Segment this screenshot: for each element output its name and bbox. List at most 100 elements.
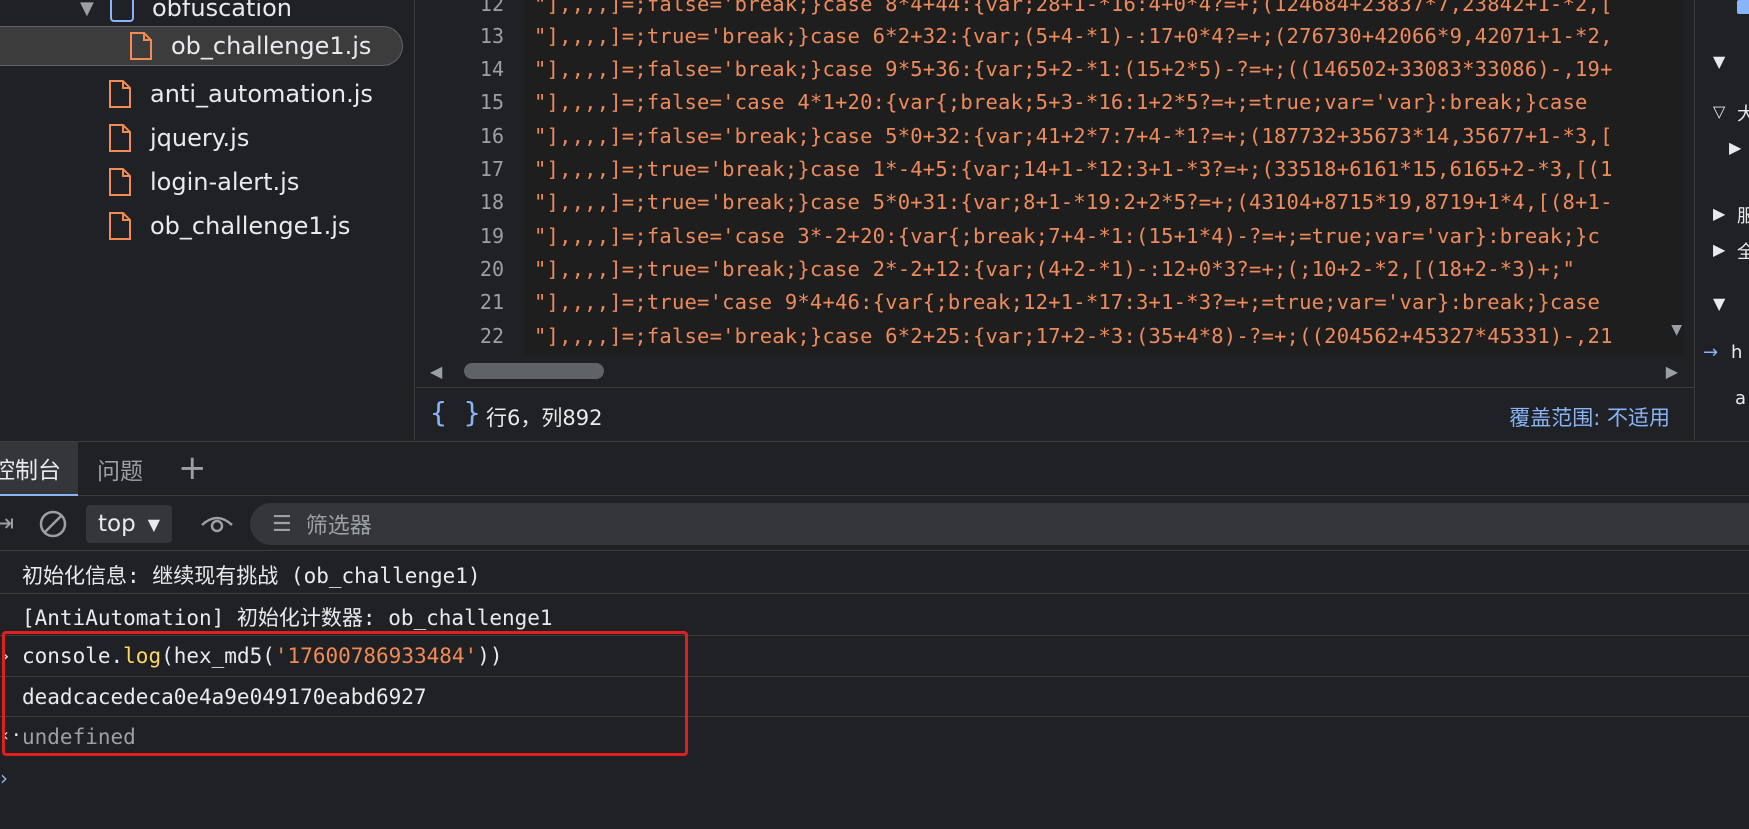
tree-item-label: ob_challenge1.js xyxy=(171,32,372,60)
code-line: "],,,,]=;true='break;}case 1*-4+5:{var;1… xyxy=(534,157,1613,181)
input-prompt-chevron-icon: › xyxy=(0,646,11,667)
code-line-text: "],,,,]=;true='break;}case 1*-4+5:{var;1… xyxy=(534,157,1613,181)
code-line: "],,,,]=;false='case 4*1+20:{var{;break;… xyxy=(534,90,1588,114)
code-line: "],,,,]=;true='break;}case 5*0+31:{var;8… xyxy=(534,190,1613,214)
console-output-text[interactable]: deadcacedeca0e4a9e049170eabd6927 xyxy=(22,685,427,709)
tree-folder-obfuscation[interactable]: ▼ obfuscation xyxy=(80,0,292,28)
checkbox-icon[interactable] xyxy=(1737,0,1749,14)
filter-input[interactable]: ☰ 筛选器 xyxy=(250,503,1749,545)
coverage-status[interactable]: 覆盖范围: 不适用 xyxy=(1509,402,1670,432)
return-arrow-icon: ‹· xyxy=(0,725,22,746)
file-tree: ▼ obfuscation ob_challenge1.js anti_auto… xyxy=(0,0,415,440)
line-number: 21 xyxy=(479,290,504,314)
tab-label: 问题 xyxy=(97,459,143,485)
code-line-text: "],,,,]=;false='case 4*1+20:{var{;break;… xyxy=(534,90,1588,114)
code-line-text: "],,,,]=;true='break;}case 2*-2+12:{var;… xyxy=(534,257,1575,281)
file-icon xyxy=(109,212,131,240)
line-number: 13 xyxy=(479,24,504,48)
tree-file-ob-challenge1-selected[interactable]: ob_challenge1.js xyxy=(0,26,403,66)
tree-item-label: obfuscation xyxy=(152,0,292,22)
folder-icon xyxy=(110,0,134,22)
tree-item-label: ob_challenge1.js xyxy=(150,212,351,240)
pretty-print-icon[interactable]: { } xyxy=(430,396,481,429)
tab-console[interactable]: 控制台 xyxy=(0,442,78,496)
panel-fragment: 大 xyxy=(1737,104,1749,125)
line-number: 12 xyxy=(479,0,504,16)
collapse-triangle-icon[interactable]: ▶ xyxy=(1729,138,1741,157)
tree-file-ob-challenge1[interactable]: ob_challenge1.js xyxy=(108,206,350,246)
horizontal-scrollbar[interactable]: ◀ ▶ xyxy=(416,355,1694,387)
file-icon xyxy=(109,168,131,196)
code-token: (hex_md5( xyxy=(161,644,275,668)
line-number: 15 xyxy=(479,90,504,114)
scroll-down-arrow-icon[interactable]: ▼ xyxy=(1671,322,1682,338)
console-drawer: 控制台 问题 + ⇥ top ▼ ☰ 筛选器 初始化信息: 继续现有挑战 (ob… xyxy=(0,441,1749,829)
drawer-tabs: 控制台 问题 + xyxy=(0,442,1749,496)
line-number: 16 xyxy=(479,124,504,148)
code-line-text: "],,,,]=;true='break;}case 6*2+32:{var;(… xyxy=(534,24,1613,48)
console-input-row[interactable]: › console.log(hex_md5('1760078693348​4')… xyxy=(0,636,1749,677)
code-line: "],,,,]=;false='break;}case 5*0+32:{var;… xyxy=(534,124,1613,148)
tree-file-login-alert[interactable]: login-alert.js xyxy=(108,162,299,202)
code-line: "],,,,]=;true='break;}case 2*-2+12:{var;… xyxy=(534,257,1575,281)
code-content[interactable]: "],,,,]=;false='break;}case 8*4+44:{var;… xyxy=(524,0,1684,355)
tab-issues[interactable]: 问题 xyxy=(97,442,143,496)
right-side-panel: ▼ ▽ 大 ▶ ▶ 服 ▶ 全 ▼ → h a xyxy=(1694,0,1749,440)
tree-file-anti-automation[interactable]: anti_automation.js xyxy=(108,74,373,114)
code-line-text: "],,,,]=;false='break;}case 9*5+36:{var;… xyxy=(534,57,1613,81)
code-line: "],,,,]=;false='case 3*-2+20:{var{;break… xyxy=(534,224,1600,248)
tab-label: 控制台 xyxy=(0,458,61,484)
editor-status-bar: { } 行6，列892 覆盖范围: 不适用 xyxy=(416,387,1694,440)
code-line-text: "],,,,]=;false='case 3*-2+20:{var{;break… xyxy=(534,224,1601,248)
scrollbar-thumb[interactable] xyxy=(464,363,604,379)
chevron-down-icon[interactable]: ▼ xyxy=(80,0,100,19)
add-tab-button[interactable]: + xyxy=(178,448,207,488)
tree-item-label: login-alert.js xyxy=(150,168,300,196)
expand-triangle-icon[interactable]: ▼ xyxy=(1713,294,1725,313)
code-line: "],,,,]=;true='case 9*4+46:{var{;break;1… xyxy=(534,290,1600,314)
console-message-text: [AntiAutomation] 初始化计数器: ob_challenge1 xyxy=(22,606,553,630)
line-number: 18 xyxy=(479,190,504,214)
tree-item-label: anti_automation.js xyxy=(150,80,373,108)
live-expression-eye-icon[interactable] xyxy=(200,511,234,537)
code-line: "],,,,]=;false='break;}case 6*2+25:{var;… xyxy=(534,324,1613,348)
tree-item-label: jquery.js xyxy=(150,124,250,152)
code-line-text: "],,,,]=;true='case 9*4+46:{var{;break;1… xyxy=(534,290,1601,314)
scroll-left-arrow-icon[interactable]: ◀ xyxy=(430,362,442,381)
console-prompt-icon[interactable]: › xyxy=(0,766,8,790)
collapse-triangle-icon[interactable]: ▶ xyxy=(1713,204,1725,223)
file-icon xyxy=(109,124,131,152)
tree-file-jquery[interactable]: jquery.js xyxy=(108,118,249,158)
context-selector[interactable]: top ▼ xyxy=(86,505,173,543)
code-editor[interactable]: 12 13 14 15 16 17 18 19 20 21 22 "],,,,]… xyxy=(416,0,1694,440)
console-message: [AntiAutomation] 初始化计数器: ob_challenge1 xyxy=(0,594,1749,636)
console-return-row: ‹· undefined xyxy=(0,717,1749,757)
expand-triangle-icon[interactable]: ▽ xyxy=(1713,102,1725,121)
code-token: console. xyxy=(22,644,124,668)
clear-console-icon[interactable] xyxy=(38,509,68,539)
context-value: top xyxy=(98,511,136,537)
line-number-gutter: 12 13 14 15 16 17 18 19 20 21 22 xyxy=(416,0,524,355)
line-number: 14 xyxy=(479,57,504,81)
chevron-down-icon: ▼ xyxy=(147,514,161,534)
sidebar-toggle-icon[interactable]: ⇥ xyxy=(0,509,14,537)
console-input-text[interactable]: console.log(hex_md5('1760078693348​4')) xyxy=(22,644,502,668)
collapse-triangle-icon[interactable]: ▶ xyxy=(1713,240,1725,259)
code-line-text: "],,,,]=;false='break;}case 6*2+25:{var;… xyxy=(534,324,1613,348)
line-number: 22 xyxy=(479,324,504,348)
panel-fragment: h xyxy=(1731,342,1743,363)
console-output-row: deadcacedeca0e4a9e049170eabd6927 xyxy=(0,677,1749,717)
filter-icon: ☰ xyxy=(272,511,292,537)
panel-fragment: 服 xyxy=(1737,206,1749,227)
code-line-text: "],,,,]=;false='break;}case 5*0+32:{var;… xyxy=(534,124,1613,148)
file-icon xyxy=(130,32,152,60)
cursor-position[interactable]: 行6，列892 xyxy=(486,402,602,432)
line-number: 19 xyxy=(479,224,504,248)
arrow-right-icon[interactable]: → xyxy=(1703,342,1718,363)
scroll-right-arrow-icon[interactable]: ▶ xyxy=(1666,362,1678,381)
code-line: "],,,,]=;false='break;}case 8*4+44:{var;… xyxy=(534,0,1613,16)
panel-fragment: a xyxy=(1735,388,1747,409)
expand-triangle-icon[interactable]: ▼ xyxy=(1713,52,1725,71)
code-line-text: "],,,,]=;false='break;}case 8*4+44:{var;… xyxy=(534,0,1613,16)
code-line-text: "],,,,]=;true='break;}case 5*0+31:{var;8… xyxy=(534,190,1613,214)
